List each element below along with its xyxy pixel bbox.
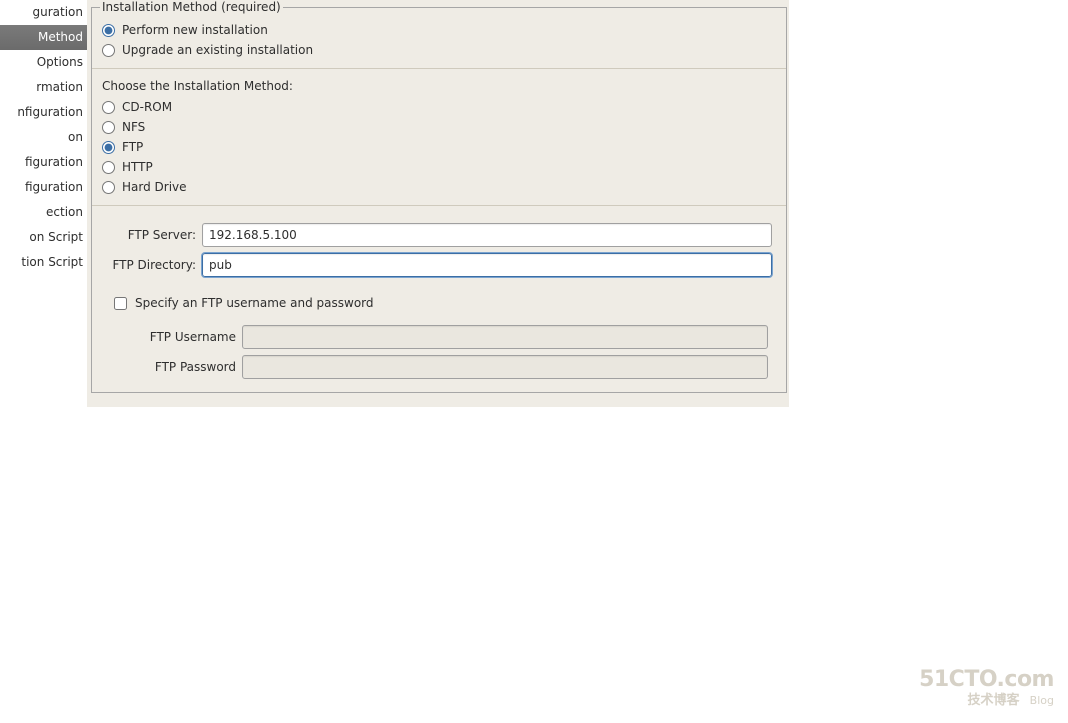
sidebar-item-2[interactable]: Options	[0, 50, 87, 75]
sidebar-item-3[interactable]: rmation	[0, 75, 87, 100]
radio-cdrom-label: CD-ROM	[122, 100, 172, 114]
watermark-line1: 51CTO.com	[919, 667, 1054, 693]
ftp-server-input[interactable]	[202, 223, 772, 247]
specify-creds-checkbox[interactable]	[114, 297, 127, 310]
ftp-password-label: FTP Password	[126, 360, 242, 374]
specify-creds-label: Specify an FTP username and password	[135, 296, 374, 310]
radio-ftp[interactable]	[102, 141, 115, 154]
watermark-line2: 技术博客	[967, 693, 1019, 708]
radio-ftp-label: FTP	[122, 140, 143, 154]
radio-new-install[interactable]	[102, 24, 115, 37]
radio-new-install-label: Perform new installation	[122, 23, 268, 37]
choose-method-label: Choose the Installation Method:	[100, 69, 778, 97]
install-type-new[interactable]: Perform new installation	[100, 20, 778, 40]
sidebar-item-9[interactable]: on Script	[0, 225, 87, 250]
sidebar-item-7[interactable]: figuration	[0, 175, 87, 200]
method-http[interactable]: HTTP	[100, 157, 778, 177]
main-panel: Installation Method (required) Perform n…	[87, 0, 1068, 407]
radio-cdrom[interactable]	[102, 101, 115, 114]
ftp-directory-label: FTP Directory:	[106, 258, 202, 272]
sidebar: guration Method Options rmation nfigurat…	[0, 0, 87, 407]
method-harddrive[interactable]: Hard Drive	[100, 177, 778, 197]
ftp-server-label: FTP Server:	[106, 228, 202, 242]
radio-http-label: HTTP	[122, 160, 153, 174]
ftp-username-input[interactable]	[242, 325, 768, 349]
install-type-upgrade[interactable]: Upgrade an existing installation	[100, 40, 778, 60]
install-method-fieldset: Installation Method (required) Perform n…	[91, 0, 787, 393]
radio-upgrade-install[interactable]	[102, 44, 115, 57]
method-nfs[interactable]: NFS	[100, 117, 778, 137]
ftp-directory-input[interactable]	[202, 253, 772, 277]
method-cdrom[interactable]: CD-ROM	[100, 97, 778, 117]
method-ftp[interactable]: FTP	[100, 137, 778, 157]
sidebar-item-4[interactable]: nfiguration	[0, 100, 87, 125]
fieldset-legend: Installation Method (required)	[100, 0, 283, 14]
radio-http[interactable]	[102, 161, 115, 174]
sidebar-item-8[interactable]: ection	[0, 200, 87, 225]
sidebar-item-5[interactable]: on	[0, 125, 87, 150]
sidebar-item-1[interactable]: Method	[0, 25, 87, 50]
radio-upgrade-install-label: Upgrade an existing installation	[122, 43, 313, 57]
radio-nfs[interactable]	[102, 121, 115, 134]
radio-harddrive-label: Hard Drive	[122, 180, 187, 194]
sidebar-item-0[interactable]: guration	[0, 0, 87, 25]
radio-harddrive[interactable]	[102, 181, 115, 194]
ftp-password-input[interactable]	[242, 355, 768, 379]
specify-creds-row[interactable]: Specify an FTP username and password	[100, 282, 778, 316]
sidebar-item-10[interactable]: tion Script	[0, 250, 87, 275]
watermark: 51CTO.com 技术博客 Blog	[919, 667, 1054, 709]
radio-nfs-label: NFS	[122, 120, 145, 134]
ftp-username-label: FTP Username	[126, 330, 242, 344]
sidebar-item-6[interactable]: figuration	[0, 150, 87, 175]
watermark-blog: Blog	[1030, 694, 1054, 707]
